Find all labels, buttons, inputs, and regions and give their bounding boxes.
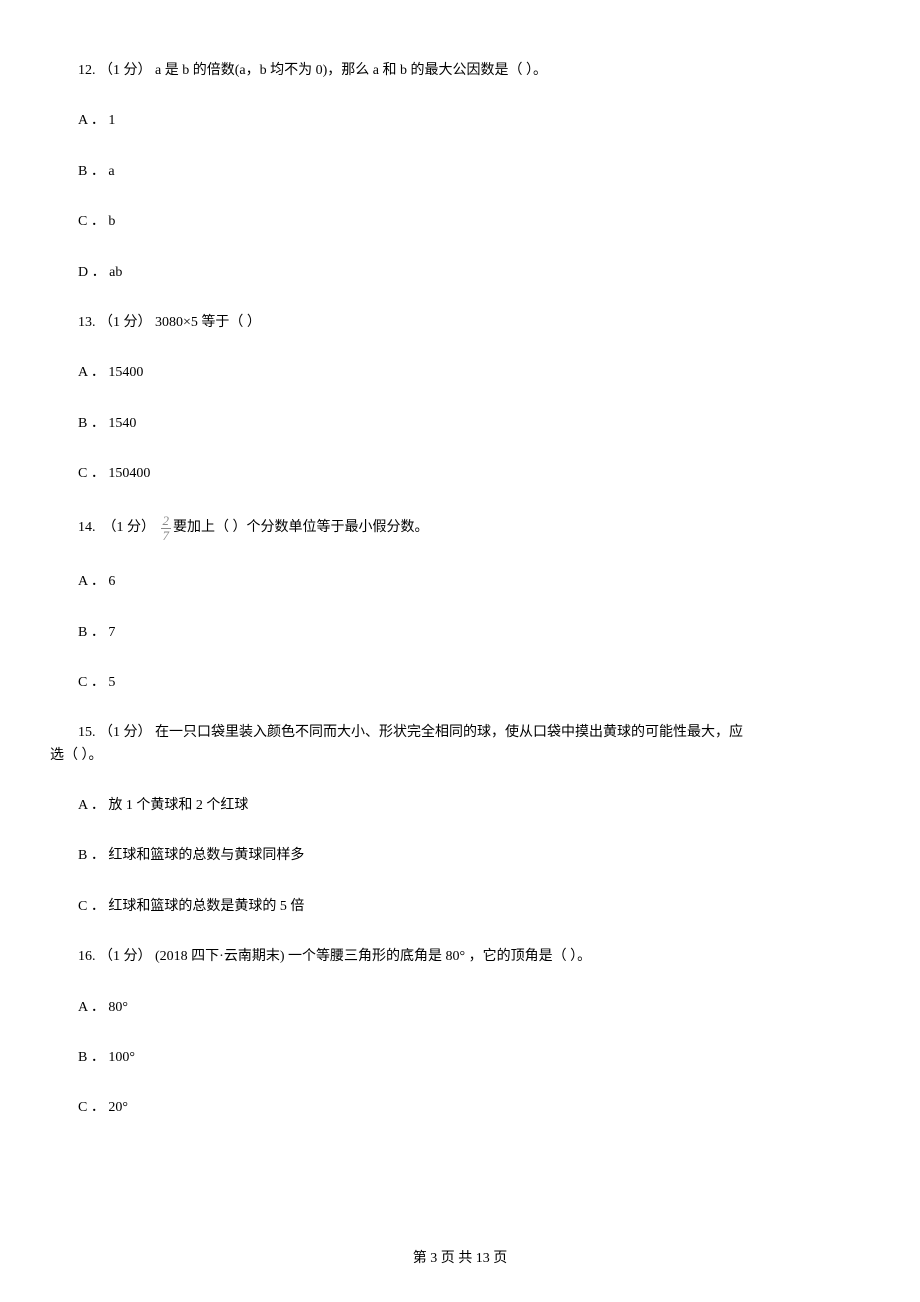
q15-line2: 选（ ）。 — [50, 745, 870, 767]
q14-option-c: C ． 5 — [50, 672, 870, 694]
fraction-denominator: 7 — [161, 529, 172, 543]
fraction-numerator: 2 — [161, 514, 172, 529]
q12-option-c: C ． b — [50, 211, 870, 233]
q12-option-b: B ． a — [50, 161, 870, 183]
q14-pre-text: 14. （1 分） — [78, 517, 159, 539]
q14-post-text: 要加上（ ）个分数单位等于最小假分数。 — [173, 517, 429, 539]
q13-option-a: A ． 15400 — [50, 362, 870, 384]
q15-line1: 15. （1 分） 在一只口袋里装入颜色不同而大小、形状完全相同的球，使从口袋中… — [50, 722, 870, 744]
q13-option-c: C ． 150400 — [50, 463, 870, 485]
q15-option-a: A ． 放 1 个黄球和 2 个红球 — [50, 795, 870, 817]
q15-option-b: B ． 红球和篮球的总数与黄球同样多 — [50, 845, 870, 867]
question-15: 15. （1 分） 在一只口袋里装入颜色不同而大小、形状完全相同的球，使从口袋中… — [50, 722, 870, 767]
q14-option-b: B ． 7 — [50, 622, 870, 644]
q15-option-c: C ． 红球和篮球的总数是黄球的 5 倍 — [50, 896, 870, 918]
question-16: 16. （1 分） (2018 四下·云南期末) 一个等腰三角形的底角是 80°… — [50, 946, 870, 968]
page-footer: 第 3 页 共 13 页 — [0, 1248, 920, 1270]
question-12: 12. （1 分） a 是 b 的倍数(a，b 均不为 0)，那么 a 和 b … — [50, 60, 870, 82]
q16-option-a: A ． 80° — [50, 997, 870, 1019]
question-13: 13. （1 分） 3080×5 等于（ ） — [50, 312, 870, 334]
question-14: 14. （1 分） 2 7 要加上（ ）个分数单位等于最小假分数。 — [50, 514, 870, 544]
fraction-2-7: 2 7 — [161, 514, 172, 544]
page-content: 12. （1 分） a 是 b 的倍数(a，b 均不为 0)，那么 a 和 b … — [0, 0, 920, 1188]
q16-option-b: B ． 100° — [50, 1047, 870, 1069]
q12-option-d: D ． ab — [50, 262, 870, 284]
q13-option-b: B ． 1540 — [50, 413, 870, 435]
q12-option-a: A ． 1 — [50, 110, 870, 132]
q14-option-a: A ． 6 — [50, 571, 870, 593]
q16-option-c: C ． 20° — [50, 1097, 870, 1119]
